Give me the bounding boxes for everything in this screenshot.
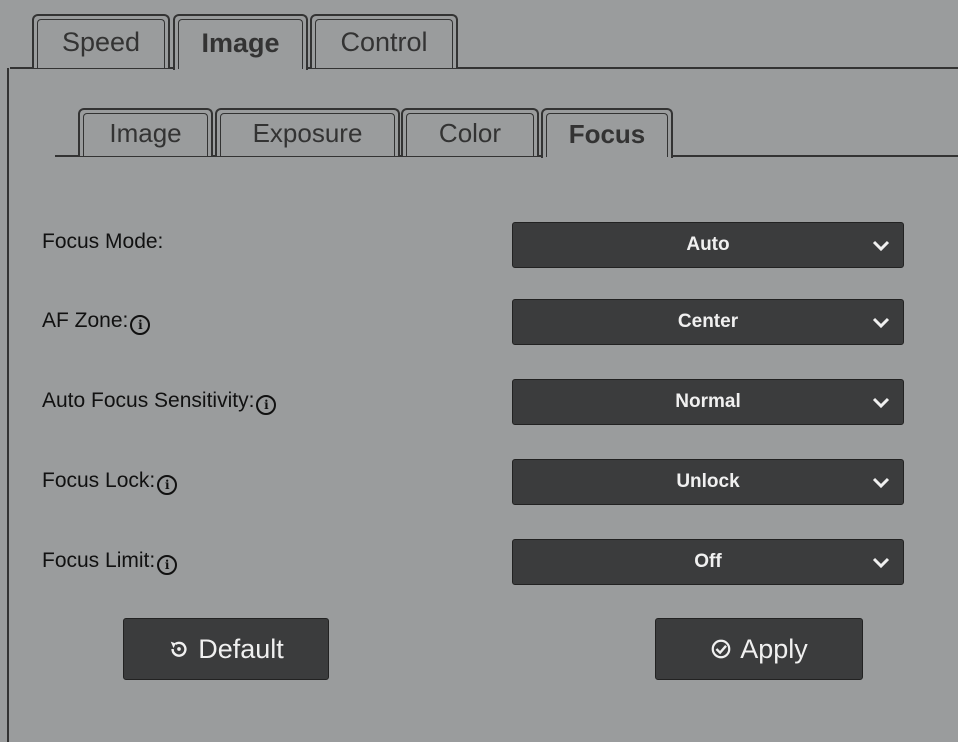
chevron-down-icon <box>872 477 890 489</box>
focus-mode-value: Auto <box>686 234 730 255</box>
subtab-image-label: Image <box>109 117 182 148</box>
setting-row-focus-mode: Focus Mode: Auto <box>42 222 908 270</box>
subtab-image[interactable]: Image <box>78 108 213 156</box>
chevron-down-icon <box>872 397 890 409</box>
info-circle-icon[interactable]: i <box>157 555 178 575</box>
top-tab-bar: Speed Image Control <box>10 0 958 72</box>
af-zone-select[interactable]: Center <box>512 299 904 345</box>
apply-button[interactable]: Apply <box>655 618 863 680</box>
reset-icon <box>170 641 187 657</box>
tab-image-label: Image <box>201 27 280 58</box>
info-circle-icon[interactable]: i <box>256 395 277 415</box>
af-sensitivity-value: Normal <box>675 391 741 412</box>
focus-lock-value: Unlock <box>676 471 740 492</box>
subtab-color[interactable]: Color <box>401 108 539 156</box>
check-circle-icon <box>711 639 731 659</box>
subtab-exposure[interactable]: Exposure <box>215 108 400 156</box>
subtab-focus-label: Focus <box>568 118 646 149</box>
focus-lock-label: Focus Lock: i <box>42 467 178 495</box>
sub-tab-bar: Image Exposure Color Focus <box>55 100 958 160</box>
focus-limit-select[interactable]: Off <box>512 539 904 585</box>
setting-row-focus-limit: Focus Limit: i Off <box>42 539 908 587</box>
chevron-down-icon <box>872 317 890 329</box>
af-sensitivity-select[interactable]: Normal <box>512 379 904 425</box>
setting-row-af-zone: AF Zone: i Center <box>42 299 908 347</box>
af-sensitivity-label: Auto Focus Sensitivity: i <box>42 387 277 415</box>
af-zone-value: Center <box>677 311 739 332</box>
chevron-down-icon <box>872 240 890 252</box>
default-button-label: Default <box>198 633 284 664</box>
tab-speed[interactable]: Speed <box>32 14 170 68</box>
tab-speed-label: Speed <box>61 26 141 57</box>
info-circle-icon[interactable]: i <box>157 475 178 495</box>
af-zone-label: AF Zone: i <box>42 307 151 335</box>
focus-lock-select[interactable]: Unlock <box>512 459 904 505</box>
tab-control-label: Control <box>340 26 428 57</box>
default-button[interactable]: Default <box>123 618 329 680</box>
setting-row-focus-lock: Focus Lock: i Unlock <box>42 459 908 507</box>
setting-row-af-sensitivity: Auto Focus Sensitivity: i Normal <box>42 379 908 427</box>
subtab-color-label: Color <box>438 117 502 148</box>
tab-control[interactable]: Control <box>310 14 458 68</box>
focus-mode-select[interactable]: Auto <box>512 222 904 268</box>
info-circle-icon[interactable]: i <box>130 315 151 335</box>
focus-mode-label: Focus Mode: <box>42 230 164 253</box>
apply-button-label: Apply <box>740 633 808 664</box>
focus-limit-value: Off <box>694 551 722 572</box>
tab-image[interactable]: Image <box>173 14 308 72</box>
chevron-down-icon <box>872 557 890 569</box>
focus-limit-label: Focus Limit: i <box>42 547 178 575</box>
panel-border <box>7 68 9 742</box>
subtab-exposure-label: Exposure <box>252 117 363 148</box>
subtab-focus[interactable]: Focus <box>541 108 673 160</box>
